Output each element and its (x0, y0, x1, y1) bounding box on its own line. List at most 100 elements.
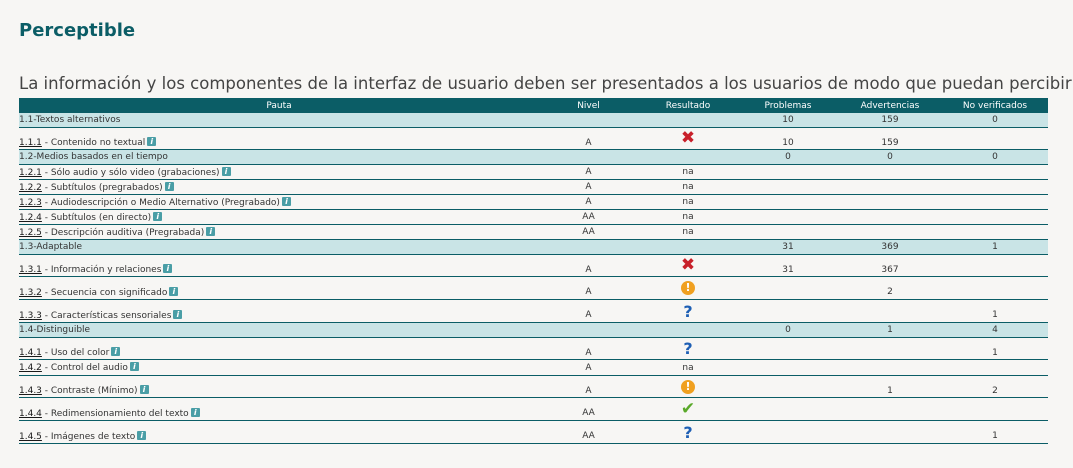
guideline-name: - Redimensionamiento del texto (41, 408, 189, 419)
warning-icon: ! (681, 379, 695, 394)
level-value: A (585, 264, 592, 275)
guideline-link[interactable]: 1.2.1 (19, 168, 42, 178)
guideline-name: - Uso del color (41, 348, 110, 358)
guideline-name: - Imágenes de texto (41, 431, 136, 442)
group-row-textos-alternativos: 1.1-Textos alternativos 10 159 0 (19, 113, 1048, 128)
info-icon[interactable]: i (281, 196, 291, 206)
info-icon[interactable]: i (206, 226, 216, 236)
guideline-link[interactable]: 1.3.1 (19, 265, 42, 275)
level-value: AA (539, 209, 638, 225)
guideline-name: - Características sensoriales (41, 310, 172, 321)
group-problemas: 0 (738, 322, 838, 338)
fail-cross-icon: ✖ (680, 255, 696, 275)
no-verificados-value: 1 (992, 310, 998, 320)
table-row: 1.3.2 - Secuencia con significado i A ! 2 (19, 276, 1048, 300)
result-value: na (638, 224, 738, 240)
group-problemas: 31 (738, 239, 838, 255)
guideline-link[interactable]: 1.2.5 (19, 228, 42, 238)
question-mark-icon: ? (683, 339, 693, 358)
problemas-value: 31 (782, 264, 794, 275)
guideline-link[interactable]: 1.2.3 (19, 198, 42, 208)
guideline-link[interactable]: 1.2.4 (19, 213, 42, 223)
result-value: na (638, 359, 738, 376)
group-no-verificados: 0 (942, 113, 1048, 128)
guideline-link[interactable]: 1.4.4 (19, 409, 42, 419)
group-advertencias: 159 (838, 113, 942, 128)
guideline-name: - Contenido no textual (41, 138, 146, 148)
level-value: A (585, 287, 592, 297)
page-title: Perceptible (19, 20, 136, 41)
guideline-name: - Audiodescripción o Medio Alternativo (… (41, 197, 280, 208)
table-row: 1.2.5 - Descripción auditiva (Pregrabada… (19, 224, 1048, 240)
info-icon[interactable]: i (147, 137, 157, 146)
guideline-link[interactable]: 1.1.1 (19, 138, 42, 148)
guideline-link[interactable]: 1.4.1 (19, 348, 42, 358)
group-label: 1.3-Adaptable (19, 239, 539, 255)
guideline-name: - Control del audio (41, 363, 128, 373)
table-row: 1.2.1 - Sólo audio y sólo video (grabaci… (19, 164, 1048, 180)
table-row: 1.3.1 - Información y relaciones i A ✖ 31… (19, 254, 1048, 277)
info-icon[interactable]: i (137, 430, 147, 440)
level-value: AA (582, 431, 595, 441)
info-icon[interactable]: i (164, 181, 174, 191)
info-icon[interactable]: i (111, 347, 121, 356)
group-row-medios-basados-en-el-tiempo: 1.2-Medios basados en el tiempo 0 0 0 (19, 149, 1048, 165)
level-value: AA (582, 408, 595, 418)
column-header-no-verificados: No verificados (942, 98, 1048, 113)
group-problemas: 0 (738, 149, 838, 165)
guideline-link[interactable]: 1.3.2 (19, 288, 42, 298)
group-no-verificados: 1 (942, 239, 1048, 255)
level-value: A (539, 194, 638, 210)
info-icon[interactable]: i (169, 286, 179, 296)
guideline-name: - Descripción auditiva (Pregrabada) (41, 227, 205, 238)
info-icon[interactable]: i (153, 211, 163, 221)
level-value: A (585, 137, 592, 148)
warning-icon: ! (681, 281, 695, 295)
table-row: 1.4.5 - Imágenes de texto i AA ? 1 (19, 420, 1048, 444)
info-icon[interactable]: i (173, 309, 183, 319)
no-verificados-value: 1 (992, 347, 998, 358)
guideline-link[interactable]: 1.3.3 (19, 311, 42, 321)
guideline-name: - Sólo audio y sólo video (grabaciones) (41, 167, 220, 178)
advertencias-value: 159 (881, 137, 899, 148)
guideline-link[interactable]: 1.4.2 (19, 363, 42, 373)
guideline-name: - Subtítulos (en directo) (41, 212, 152, 223)
group-advertencias: 1 (838, 322, 942, 338)
guideline-name: - Información y relaciones (41, 265, 162, 275)
level-value: A (539, 179, 638, 195)
column-header-resultado: Resultado (638, 98, 738, 113)
info-icon[interactable]: i (190, 407, 200, 417)
group-no-verificados: 4 (942, 322, 1048, 338)
level-value: A (539, 164, 638, 180)
guideline-link[interactable]: 1.4.3 (19, 386, 42, 396)
group-label: 1.1-Textos alternativos (19, 113, 539, 128)
result-value: na (638, 179, 738, 195)
info-icon[interactable]: i (163, 264, 173, 273)
level-value: A (539, 359, 638, 376)
result-value: na (638, 194, 738, 210)
level-value: A (585, 347, 592, 358)
info-icon[interactable]: i (129, 362, 139, 371)
group-problemas: 10 (738, 113, 838, 128)
guideline-name: - Contraste (Mínimo) (41, 386, 138, 396)
table-row: 1.2.2 - Subtítulos (pregrabados) i A na (19, 179, 1048, 195)
guideline-name: - Secuencia con significado (41, 287, 168, 298)
table-header-row: Pauta Nivel Resultado Problemas Adverten… (19, 98, 1048, 113)
advertencias-value: 1 (887, 385, 893, 396)
column-header-nivel: Nivel (539, 98, 638, 113)
level-value: AA (539, 224, 638, 240)
no-verificados-value: 1 (992, 431, 998, 441)
info-icon[interactable]: i (221, 166, 231, 176)
page-intro: La información y los componentes de la i… (19, 74, 1073, 93)
column-header-problemas: Problemas (738, 98, 838, 113)
guideline-link[interactable]: 1.2.2 (19, 183, 42, 193)
column-header-pauta: Pauta (19, 98, 539, 113)
advertencias-value: 367 (881, 264, 899, 275)
result-value: na (638, 164, 738, 180)
level-value: A (585, 385, 592, 396)
info-icon[interactable]: i (139, 385, 149, 394)
table-row: 1.2.3 - Audiodescripción o Medio Alterna… (19, 194, 1048, 210)
question-mark-icon: ? (683, 422, 693, 442)
column-header-advertencias: Advertencias (838, 98, 942, 113)
guideline-link[interactable]: 1.4.5 (19, 432, 42, 442)
